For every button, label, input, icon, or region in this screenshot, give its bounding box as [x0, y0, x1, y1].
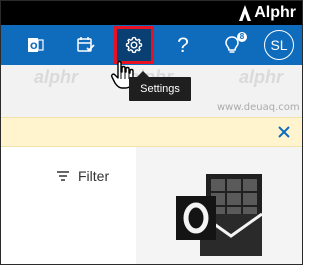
close-icon — [278, 126, 290, 138]
outlook-icon: O — [28, 38, 44, 52]
tips-button[interactable]: 8 — [218, 25, 247, 65]
filter-icon — [57, 171, 69, 181]
account-avatar[interactable]: SL — [264, 30, 294, 60]
filter-label: Filter — [78, 168, 110, 184]
settings-tooltip: Settings — [129, 71, 191, 101]
help-button[interactable]: ? — [171, 25, 195, 65]
outlook-button[interactable]: O — [21, 25, 51, 65]
close-notification-button[interactable] — [275, 123, 293, 141]
calendar-check-icon — [77, 37, 95, 52]
message-list-pane — [1, 147, 136, 264]
alphr-logo-icon — [239, 5, 252, 21]
brand-logo: Alphr — [239, 5, 296, 21]
notification-bar — [1, 117, 302, 147]
svg-text:O: O — [30, 42, 38, 52]
filter-button[interactable]: Filter — [56, 167, 109, 185]
outlook-logo-icon — [176, 174, 263, 256]
gear-icon — [125, 36, 143, 54]
top-header: Alphr — [1, 1, 302, 25]
outlook-ribbon: O ? 8 SL — [1, 25, 302, 65]
brand-name: Alphr — [254, 4, 296, 21]
screenshot-frame: Alphr O ? 8 SL alphr alphr www.deuaq.com… — [0, 0, 303, 265]
calendar-button[interactable] — [69, 25, 103, 65]
notification-badge: 8 — [237, 32, 247, 42]
help-icon: ? — [177, 33, 189, 57]
